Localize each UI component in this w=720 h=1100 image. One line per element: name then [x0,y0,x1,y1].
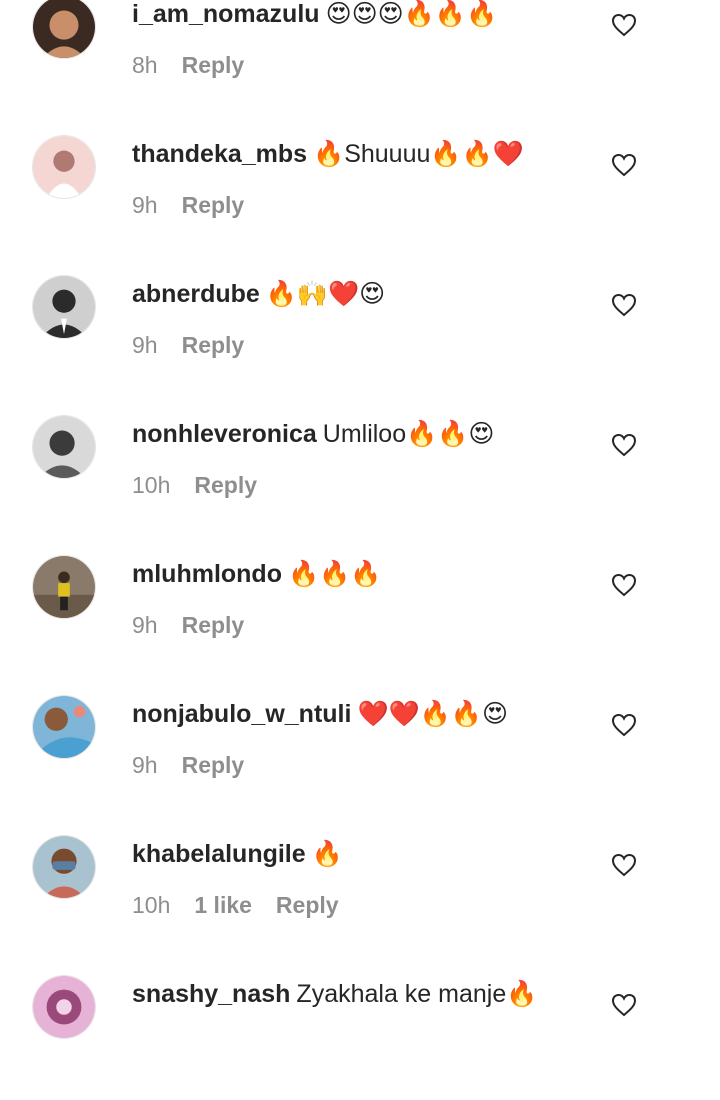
comment-text: ❤️❤️🔥🔥😍 [357,700,509,728]
like-heart-icon[interactable] [611,993,637,1017]
comment-text: 🔥🔥🔥 [287,560,382,588]
comment-body: abnerdube 🔥🙌❤️😍 9h Reply [132,270,610,360]
comment-username[interactable]: abnerdube [132,280,260,308]
comment-username[interactable]: i_am_nomazulu [132,0,320,28]
like-heart-icon[interactable] [611,153,637,177]
reply-button[interactable]: Reply [182,52,245,78]
comment-username[interactable]: thandeka_mbs [132,140,307,168]
comment-text: 😍😍😍🔥🔥🔥 [325,0,498,28]
comment-text: 🔥Shuuuu🔥🔥❤️ [313,140,524,168]
comment-body: nonhleveronica Umliloo🔥🔥😍 10h Reply [132,410,610,500]
comments-list: i_am_nomazulu 😍😍😍🔥🔥🔥 8h Reply thandeka_mbs… [0,0,720,1100]
comment-time: 9h [132,192,158,218]
avatar[interactable] [32,555,96,619]
comment-time: 9h [132,612,158,638]
comment-item: mluhmlondo 🔥🔥🔥 9h Reply [0,540,720,680]
comment-text: Zyakhala ke manje🔥 [296,980,538,1008]
reply-button[interactable]: Reply [182,192,245,218]
like-heart-icon[interactable] [611,293,637,317]
comment-item: abnerdube 🔥🙌❤️😍 9h Reply [0,260,720,400]
comment-username[interactable]: nonjabulo_w_ntuli [132,700,351,728]
comment-text: 🔥 [311,840,343,868]
like-heart-icon[interactable] [611,573,637,597]
comment-time: 9h [132,752,158,778]
comment-item: thandeka_mbs 🔥Shuuuu🔥🔥❤️ 9h Reply [0,120,720,260]
like-heart-icon[interactable] [611,853,637,877]
comment-body: thandeka_mbs 🔥Shuuuu🔥🔥❤️ 9h Reply [132,130,610,220]
avatar[interactable] [32,415,96,479]
comment-time: 10h [132,472,171,498]
comment-item: nonhleveronica Umliloo🔥🔥😍 10h Reply [0,400,720,540]
comment-username[interactable]: mluhmlondo [132,560,282,588]
comment-body: snashy_nash Zyakhala ke manje🔥 [132,970,610,1018]
avatar[interactable] [32,135,96,199]
reply-button[interactable]: Reply [194,472,257,498]
comment-body: nonjabulo_w_ntuli ❤️❤️🔥🔥😍 9h Reply [132,690,610,780]
comment-item: snashy_nash Zyakhala ke manje🔥 [0,960,720,1100]
avatar[interactable] [32,275,96,339]
comment-item: i_am_nomazulu 😍😍😍🔥🔥🔥 8h Reply [0,0,720,120]
comment-likes-count[interactable]: 1 like [194,892,252,918]
comment-time: 10h [132,892,171,918]
comment-text: 🔥🙌❤️😍 [265,280,386,308]
like-heart-icon[interactable] [611,433,637,457]
comment-time: 9h [132,332,158,358]
comment-username[interactable]: nonhleveronica [132,420,317,448]
comment-body: khabelalungile 🔥 10h 1 like Reply [132,830,610,920]
avatar[interactable] [32,0,96,59]
reply-button[interactable]: Reply [182,752,245,778]
comment-username[interactable]: khabelalungile [132,840,306,868]
comment-item: nonjabulo_w_ntuli ❤️❤️🔥🔥😍 9h Reply [0,680,720,820]
avatar[interactable] [32,835,96,899]
reply-button[interactable]: Reply [182,612,245,638]
comment-item: khabelalungile 🔥 10h 1 like Reply [0,820,720,960]
avatar[interactable] [32,695,96,759]
like-heart-icon[interactable] [611,13,637,37]
comment-body: mluhmlondo 🔥🔥🔥 9h Reply [132,550,610,640]
avatar[interactable] [32,975,96,1039]
comment-body: i_am_nomazulu 😍😍😍🔥🔥🔥 8h Reply [132,0,610,80]
comment-time: 8h [132,52,158,78]
reply-button[interactable]: Reply [276,892,339,918]
reply-button[interactable]: Reply [182,332,245,358]
comment-text: Umliloo🔥🔥😍 [322,420,495,448]
comment-username[interactable]: snashy_nash [132,980,290,1008]
like-heart-icon[interactable] [611,713,637,737]
